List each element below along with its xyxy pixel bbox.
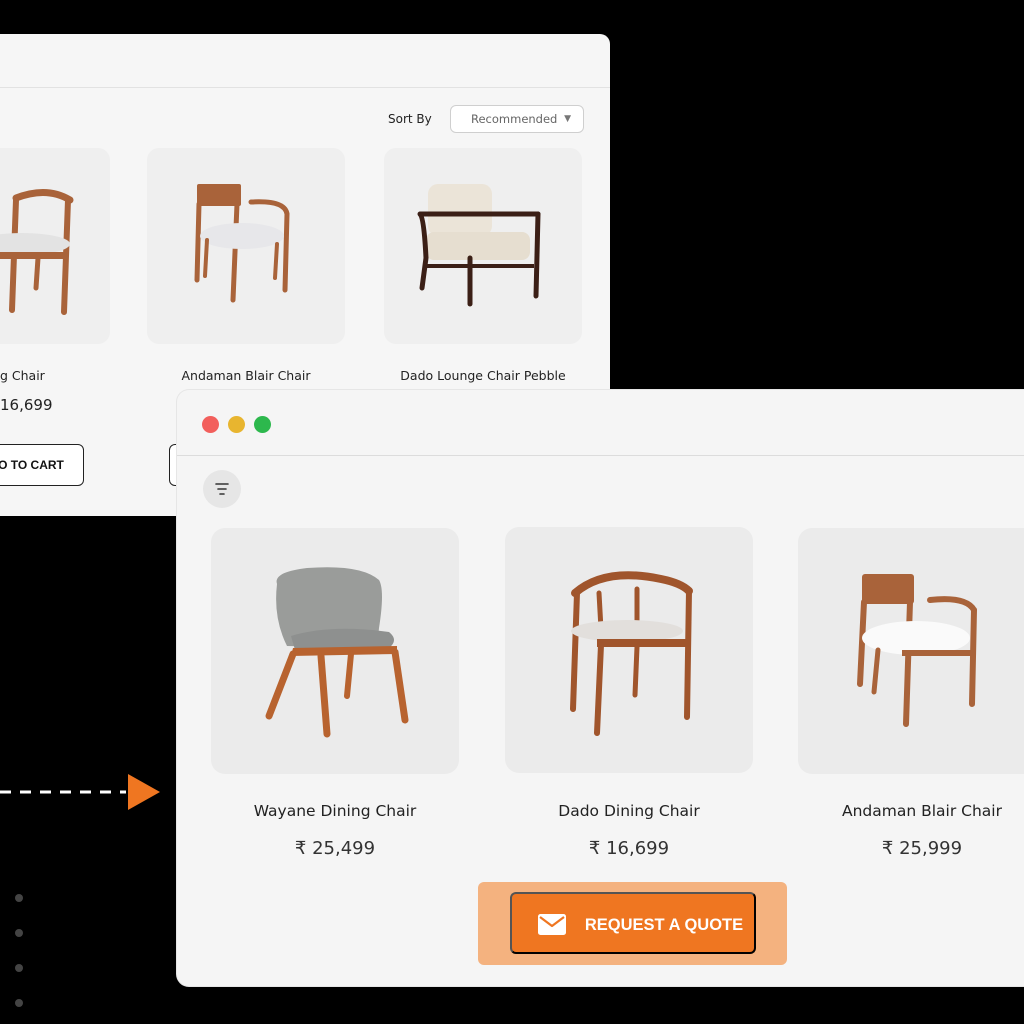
add-to-cart-button[interactable]: O TO CART	[0, 444, 84, 486]
arrow-right-icon	[128, 774, 160, 810]
close-dot[interactable]	[202, 416, 219, 433]
sort-by-label: Sort By	[388, 112, 432, 126]
decorative-dot	[15, 964, 23, 972]
back-product-price-1: 16,699	[0, 396, 53, 414]
product-card-3[interactable]	[798, 528, 1024, 774]
decorative-dot	[15, 929, 23, 937]
back-product-name-3: Dado Lounge Chair Pebble	[400, 368, 566, 383]
filter-button[interactable]	[203, 470, 241, 508]
request-quote-label: REQUEST A QUOTE	[584, 916, 744, 934]
quote-button-highlight: REQUEST A QUOTE	[478, 882, 787, 965]
back-product-card-1[interactable]	[0, 148, 110, 344]
product-name-3: Andaman Blair Chair	[842, 802, 1002, 820]
sort-select-value: Recommended	[471, 112, 558, 126]
mail-icon	[538, 914, 566, 935]
request-quote-button[interactable]: REQUEST A QUOTE	[510, 892, 756, 954]
back-product-card-3[interactable]	[384, 148, 582, 344]
product-card-2[interactable]	[505, 527, 753, 773]
back-product-card-2[interactable]	[147, 148, 345, 344]
filter-icon	[215, 483, 229, 495]
product-name-1: Wayane Dining Chair	[253, 802, 417, 820]
maximize-dot[interactable]	[254, 416, 271, 433]
product-price-3: ₹ 25,999	[881, 838, 963, 859]
chair-image	[417, 184, 541, 307]
product-card-1[interactable]	[211, 528, 459, 774]
chair-image	[265, 567, 409, 738]
chair-image	[570, 571, 693, 736]
back-window-topbar	[0, 34, 610, 88]
product-name-2: Dado Dining Chair	[558, 802, 700, 820]
dashed-line	[0, 790, 126, 794]
stage: Sort By Recommended ▼ g Chair Andaman Bl…	[0, 0, 1024, 1024]
front-window: Wayane Dining Chair ₹ 25,499 Dado Dining…	[177, 390, 1024, 986]
decorative-dot	[15, 894, 23, 902]
chevron-down-icon: ▼	[564, 114, 571, 124]
product-price-2: ₹ 16,699	[588, 838, 670, 859]
front-window-topbar	[177, 390, 1024, 456]
minimize-dot[interactable]	[228, 416, 245, 433]
back-product-name-1: ining Chair	[0, 368, 45, 383]
product-price-1: ₹ 25,499	[294, 838, 376, 859]
decorative-dot	[15, 999, 23, 1007]
chair-image	[194, 184, 290, 303]
back-product-name-2: Andaman Blair Chair	[181, 368, 311, 383]
chair-image	[0, 189, 74, 315]
sort-select[interactable]: Recommended ▼	[450, 105, 584, 133]
chair-image	[857, 574, 977, 727]
